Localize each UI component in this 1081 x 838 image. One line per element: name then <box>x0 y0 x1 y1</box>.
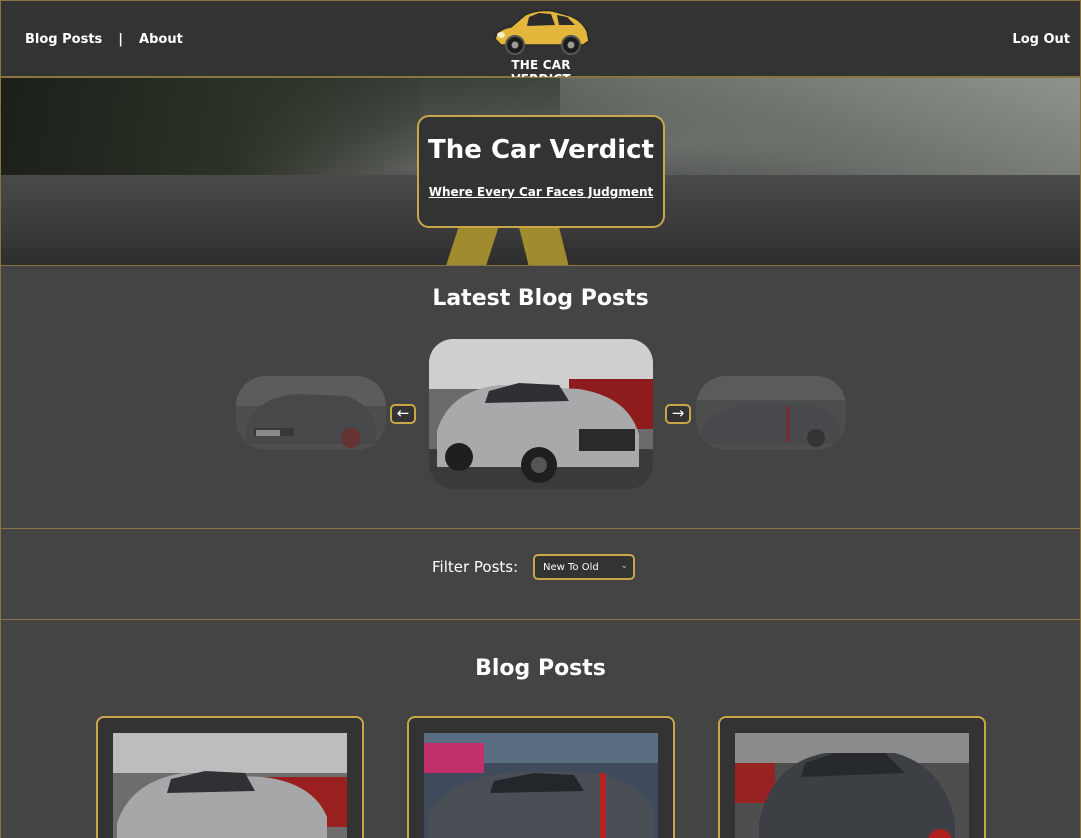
blog-post-card[interactable] <box>407 716 675 838</box>
site-logo[interactable]: THE CAR VERDICT <box>481 5 601 86</box>
chevron-down-icon: ⌄ <box>620 561 628 571</box>
latest-posts-section: Latest Blog Posts ← → <box>0 266 1081 529</box>
filter-section: Filter Posts: New To Old ⌄ <box>0 529 1081 620</box>
site-header: Blog Posts | About THE CAR VERDICT Log O… <box>0 0 1081 86</box>
blog-post-image <box>113 733 347 838</box>
blog-post-image <box>424 733 658 838</box>
car-logo-icon <box>494 9 590 55</box>
carousel-prev-image[interactable] <box>236 376 386 450</box>
hero-banner: The Car Verdict Where Every Car Faces Ju… <box>0 77 1081 266</box>
main-nav: Blog Posts | About <box>25 32 183 47</box>
carousel-prev-button[interactable]: ← <box>390 404 416 424</box>
carousel-next-image[interactable] <box>696 376 846 450</box>
hero-subtitle: Where Every Car Faces Judgment <box>428 185 654 199</box>
latest-posts-title: Latest Blog Posts <box>432 286 649 311</box>
hero-card: The Car Verdict Where Every Car Faces Ju… <box>417 115 665 228</box>
blog-post-card[interactable] <box>96 716 364 838</box>
blog-post-card[interactable] <box>718 716 986 838</box>
filter-selected-value: New To Old <box>543 562 599 573</box>
blog-posts-title: Blog Posts <box>475 656 606 681</box>
carousel-current-image[interactable] <box>429 339 653 489</box>
blog-posts-section: Blog Posts <box>0 620 1081 838</box>
logout-link[interactable]: Log Out <box>1012 32 1070 47</box>
nav-separator: | <box>118 32 124 47</box>
nav-about[interactable]: About <box>139 32 183 47</box>
nav-blog-posts[interactable]: Blog Posts <box>25 32 102 47</box>
carousel-next-button[interactable]: → <box>665 404 691 424</box>
filter-label: Filter Posts: <box>432 558 519 576</box>
filter-select[interactable]: New To Old ⌄ <box>533 554 635 580</box>
hero-title: The Car Verdict <box>428 135 654 165</box>
blog-post-image <box>735 733 969 838</box>
